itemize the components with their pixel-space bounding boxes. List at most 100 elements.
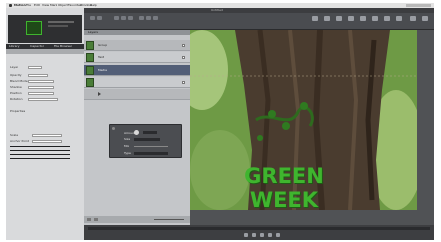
opacity-field[interactable] xyxy=(28,74,48,77)
layer-field[interactable] xyxy=(28,66,42,69)
apple-menu-icon[interactable] xyxy=(9,4,12,7)
rotation-field[interactable] xyxy=(28,98,58,101)
add-layer-button[interactable] xyxy=(87,218,91,221)
canvas-viewer[interactable]: GREEN GREEN WEEK WEEK xyxy=(190,30,417,210)
filters-icon[interactable] xyxy=(336,16,342,21)
menubar-status-icons[interactable] xyxy=(406,4,431,7)
menu-view[interactable]: View xyxy=(42,4,49,7)
hud-value-field[interactable] xyxy=(134,138,160,141)
inspector-panel: Library Inspector File Browser Layer Opa… xyxy=(6,8,84,240)
remove-layer-button[interactable] xyxy=(94,218,98,221)
field-label: Scale xyxy=(10,134,19,137)
layers-header: Layers xyxy=(84,30,190,35)
hud-field-label: Size xyxy=(124,138,131,141)
layers-header-label: Layers xyxy=(88,31,98,34)
canvas-image: GREEN GREEN WEEK WEEK xyxy=(190,30,417,210)
timing-bar xyxy=(84,225,434,240)
tab-file-browser[interactable]: File Browser xyxy=(54,45,72,48)
hud-icon[interactable] xyxy=(410,16,416,21)
checkbox-icon[interactable] xyxy=(182,56,185,59)
layer-name: Text xyxy=(98,56,105,59)
layer-row-selected[interactable]: Media xyxy=(84,65,190,76)
pen-tool-button[interactable] xyxy=(121,16,126,20)
loop-button[interactable] xyxy=(268,233,272,237)
checkbox-icon[interactable] xyxy=(182,44,185,47)
field-label: Blend Mode xyxy=(10,80,28,83)
preview-area xyxy=(8,15,82,43)
overlay-text-green: GREEN xyxy=(244,164,324,188)
share-icon[interactable] xyxy=(396,16,402,21)
field-label: Shadow xyxy=(10,86,22,89)
window-title: Untitled xyxy=(211,9,223,12)
new-rig-icon[interactable] xyxy=(384,16,390,21)
disclosure-triangle-icon[interactable] xyxy=(98,92,101,96)
mask-tool-button[interactable] xyxy=(139,16,144,20)
shadow-field[interactable] xyxy=(28,86,54,89)
zoom-slider[interactable] xyxy=(154,219,184,220)
layer-row[interactable] xyxy=(84,89,190,100)
field-label: Opacity xyxy=(10,74,22,77)
app-menu[interactable]: Motion xyxy=(14,4,26,7)
ivy-leaf xyxy=(257,135,263,141)
tool-button[interactable] xyxy=(153,16,158,20)
preview-thumbnail xyxy=(26,21,42,35)
field-label: Rotation xyxy=(10,98,23,101)
app-screen: Motion File Edit View Mark Object Favori… xyxy=(6,3,434,240)
paint-tool-button[interactable] xyxy=(146,16,151,20)
menu-mark[interactable]: Mark xyxy=(50,4,57,7)
tab-inspector[interactable]: Inspector xyxy=(30,45,44,48)
inspector-icon[interactable] xyxy=(422,16,428,21)
preview-info xyxy=(48,21,74,23)
behaviors-icon[interactable] xyxy=(324,16,330,21)
ivy-leaf xyxy=(282,122,290,130)
layer-row[interactable]: Group xyxy=(84,40,190,51)
blend-mode-field[interactable] xyxy=(28,80,54,83)
go-to-end-button[interactable] xyxy=(260,233,264,237)
hud-dialog[interactable]: Amount Size Mix Type xyxy=(109,124,182,158)
position-field[interactable] xyxy=(28,92,54,95)
overlay-text-week: WEEK xyxy=(250,188,319,210)
checkbox-icon[interactable] xyxy=(182,81,185,84)
text-tool-button[interactable] xyxy=(128,16,133,20)
hud-type-popup[interactable] xyxy=(134,152,168,155)
menu-file[interactable]: File xyxy=(26,4,31,7)
ivy-leaf xyxy=(268,110,276,118)
make-clone-icon[interactable] xyxy=(372,16,378,21)
shape-tool-button[interactable] xyxy=(114,16,119,20)
create-icon[interactable] xyxy=(312,16,318,21)
new-light-icon[interactable] xyxy=(360,16,366,21)
layer-thumbnail xyxy=(86,53,94,62)
play-button[interactable] xyxy=(252,233,256,237)
pan-tool-button[interactable] xyxy=(97,16,102,20)
toolbar xyxy=(84,13,434,30)
go-to-start-button[interactable] xyxy=(244,233,248,237)
close-icon[interactable] xyxy=(112,127,115,130)
record-button[interactable] xyxy=(276,233,280,237)
layer-row[interactable]: Text xyxy=(84,52,190,63)
layer-thumbnail xyxy=(86,66,94,75)
param-slider[interactable] xyxy=(10,154,70,155)
menu-object[interactable]: Object xyxy=(58,4,68,7)
menu-edit[interactable]: Edit xyxy=(34,4,40,7)
hud-knob-icon[interactable] xyxy=(134,130,139,135)
scale-field[interactable] xyxy=(32,134,62,137)
param-slider[interactable] xyxy=(10,146,70,147)
mini-timeline[interactable] xyxy=(88,227,430,230)
select-tool-button[interactable] xyxy=(90,16,95,20)
layers-footer xyxy=(84,216,190,223)
field-label: Position xyxy=(10,92,22,95)
menu-help[interactable]: Help xyxy=(90,4,97,7)
hud-value-field[interactable] xyxy=(143,131,157,134)
layer-thumbnail xyxy=(86,78,94,87)
new-camera-icon[interactable] xyxy=(348,16,354,21)
anchor-field[interactable] xyxy=(32,140,62,143)
layer-name: Media xyxy=(98,69,108,72)
param-slider[interactable] xyxy=(10,150,70,151)
hud-field-label: Mix xyxy=(124,145,130,148)
hud-mix-slider[interactable] xyxy=(134,146,168,147)
tab-library[interactable]: Library xyxy=(9,45,20,48)
layer-name: Group xyxy=(98,44,108,47)
hud-field-label: Type xyxy=(124,152,131,155)
layer-row[interactable] xyxy=(84,77,190,88)
param-slider[interactable] xyxy=(10,158,70,159)
